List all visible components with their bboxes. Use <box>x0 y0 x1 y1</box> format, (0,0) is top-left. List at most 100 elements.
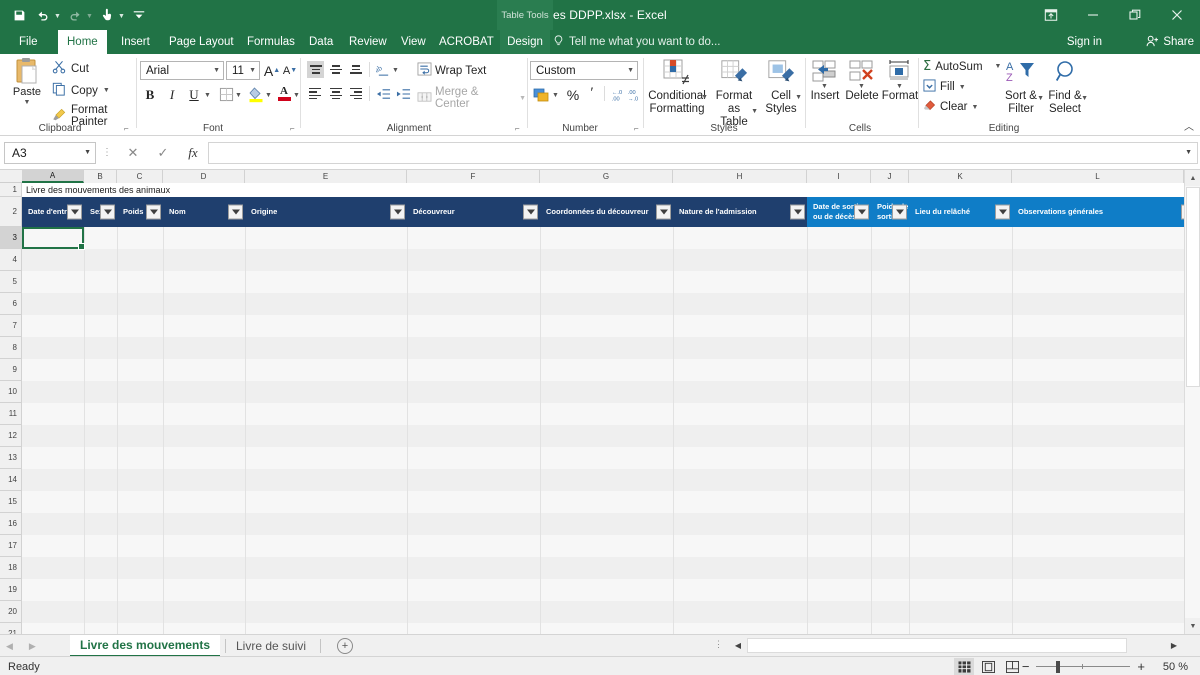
filter-dropdown-icon[interactable] <box>228 204 243 220</box>
align-top-button[interactable] <box>307 61 324 78</box>
row-header-11[interactable]: 11 <box>0 403 22 425</box>
orientation-dropdown-icon[interactable]: ▼ <box>392 67 399 74</box>
clipboard-dialog-launcher[interactable]: ⌐ <box>124 124 129 133</box>
add-sheet-button[interactable]: + <box>337 638 353 654</box>
delete-cells-button[interactable]: Delete ▼ <box>844 56 880 103</box>
restore-button[interactable] <box>1114 0 1156 30</box>
expand-formula-bar-icon[interactable]: ▼ <box>1185 149 1192 156</box>
column-header-j[interactable]: J <box>871 170 909 183</box>
row-header-17[interactable]: 17 <box>0 535 22 557</box>
table-header-cell[interactable]: Poids de sortie <box>871 197 909 227</box>
borders-dropdown-icon[interactable]: ▼ <box>235 92 242 99</box>
name-box-dropdown-icon[interactable]: ▼ <box>84 149 91 156</box>
scroll-left-icon[interactable]: ◀ <box>730 637 746 654</box>
borders-icon[interactable] <box>217 85 235 104</box>
sort-filter-button[interactable]: AZ Sort & Filter ▼ <box>999 56 1044 116</box>
number-format-dropdown-icon[interactable]: ▼ <box>627 67 634 74</box>
clear-dropdown-icon[interactable]: ▼ <box>971 104 978 111</box>
table-header-cell[interactable]: Sexe <box>84 197 117 227</box>
tell-me-box[interactable]: Tell me what you want to do... <box>553 30 721 54</box>
wrap-text-button[interactable]: Wrap Text <box>417 62 486 79</box>
row-header-15[interactable]: 15 <box>0 491 22 513</box>
row-header-5[interactable]: 5 <box>0 271 22 293</box>
scroll-right-icon[interactable]: ▶ <box>1166 637 1182 654</box>
column-header-i[interactable]: I <box>807 170 871 183</box>
delete-cells-dropdown-icon[interactable]: ▼ <box>858 83 865 91</box>
decrease-decimal-icon[interactable]: .00 →.0 <box>625 85 642 104</box>
filter-dropdown-icon[interactable] <box>790 204 805 220</box>
next-sheet-icon[interactable]: ▶ <box>29 641 36 652</box>
column-header-g[interactable]: G <box>540 170 673 183</box>
column-header-e[interactable]: E <box>245 170 407 183</box>
collapse-ribbon-icon[interactable]: ︿ <box>1184 118 1194 133</box>
format-as-table-dropdown-icon[interactable]: ▼ <box>751 108 758 116</box>
decrease-indent-icon[interactable] <box>375 85 392 102</box>
format-cells-button[interactable]: Format ▼ <box>882 56 918 103</box>
insert-cells-dropdown-icon[interactable]: ▼ <box>821 83 828 91</box>
align-left-button[interactable] <box>307 85 324 102</box>
paste-dropdown-icon[interactable]: ▼ <box>24 99 31 106</box>
format-cells-dropdown-icon[interactable]: ▼ <box>896 83 903 91</box>
horizontal-scroll-thumb[interactable] <box>747 638 1127 653</box>
column-header-h[interactable]: H <box>673 170 807 183</box>
row-header-16[interactable]: 16 <box>0 513 22 535</box>
font-size-input[interactable]: 11 ▼ <box>226 61 260 80</box>
comma-style-button[interactable]: ′ <box>584 84 600 103</box>
tab-formulas[interactable]: Formulas <box>238 30 304 54</box>
number-dialog-launcher[interactable]: ⌐ <box>634 124 639 133</box>
column-header-c[interactable]: C <box>117 170 163 183</box>
name-box[interactable]: A3 ▼ <box>4 141 96 164</box>
sheet-title-cell[interactable]: Livre des mouvements des animaux <box>22 183 1186 197</box>
row-header-9[interactable]: 9 <box>0 359 22 381</box>
zoom-in-button[interactable]: + <box>1137 659 1145 674</box>
sheet-tab-livre-de-suivi[interactable]: Livre de suivi <box>226 635 316 657</box>
row-header-2[interactable]: 2 <box>0 197 22 227</box>
tab-view[interactable]: View <box>392 30 435 54</box>
find-select-button[interactable]: Find & Select ▼ <box>1043 56 1088 116</box>
increase-indent-icon[interactable] <box>395 85 412 102</box>
font-size-dropdown-icon[interactable]: ▼ <box>249 67 256 74</box>
find-select-dropdown-icon[interactable]: ▼ <box>1081 95 1088 103</box>
conditional-formatting-button[interactable]: Conditional Formatting ▼ <box>646 56 708 116</box>
column-header-d[interactable]: D <box>163 170 245 183</box>
insert-function-icon[interactable]: fx <box>178 142 208 164</box>
decrease-font-size-icon[interactable]: A ▼ <box>281 61 299 80</box>
format-as-table-button[interactable]: Format as Table ▼ <box>710 56 758 130</box>
merge-center-dropdown-icon[interactable]: ▼ <box>519 95 526 102</box>
cell-styles-dropdown-icon[interactable]: ▼ <box>795 94 802 102</box>
table-header-cell[interactable]: Découvreur <box>407 197 540 227</box>
row-header-18[interactable]: 18 <box>0 557 22 579</box>
autosum-button[interactable]: Σ AutoSum ▼ <box>923 59 1001 74</box>
cell-styles-button[interactable]: Cell Styles ▼ <box>760 56 802 116</box>
close-button[interactable] <box>1156 0 1198 30</box>
alignment-dialog-launcher[interactable]: ⌐ <box>515 124 520 133</box>
table-header-cell[interactable]: Date d'entrée <box>22 197 84 227</box>
row-header-8[interactable]: 8 <box>0 337 22 359</box>
align-bottom-button[interactable] <box>347 61 364 78</box>
fill-color-icon[interactable] <box>247 85 265 104</box>
cancel-icon[interactable]: ✕ <box>118 142 148 164</box>
cut-button[interactable]: Cut <box>52 60 89 77</box>
filter-dropdown-icon[interactable] <box>656 204 671 220</box>
bold-button[interactable]: B <box>140 85 160 104</box>
increase-font-size-icon[interactable]: A ▲ <box>263 61 281 80</box>
column-header-b[interactable]: B <box>84 170 117 183</box>
table-header-cell[interactable]: Observations générales <box>1012 197 1198 227</box>
italic-button[interactable]: I <box>162 85 182 104</box>
font-color-icon[interactable]: A <box>275 84 293 103</box>
tab-review[interactable]: Review <box>340 30 396 54</box>
prev-sheet-icon[interactable]: ◀ <box>6 641 13 652</box>
sheet-tab-livre-des-mouvements[interactable]: Livre des mouvements <box>70 635 221 657</box>
tab-home[interactable]: Home <box>58 30 107 54</box>
page-break-preview-icon[interactable] <box>1002 658 1022 675</box>
tab-page-layout[interactable]: Page Layout <box>160 30 243 54</box>
align-right-button[interactable] <box>347 85 364 102</box>
confirm-icon[interactable]: ✓ <box>148 142 178 164</box>
filter-dropdown-icon[interactable] <box>995 204 1010 220</box>
underline-button[interactable]: U <box>184 85 204 104</box>
insert-cells-button[interactable]: Insert ▼ <box>808 56 842 103</box>
zoom-thumb[interactable] <box>1056 660 1061 673</box>
align-center-button[interactable] <box>327 85 344 102</box>
row-header-14[interactable]: 14 <box>0 469 22 491</box>
page-layout-view-icon[interactable] <box>978 658 998 675</box>
